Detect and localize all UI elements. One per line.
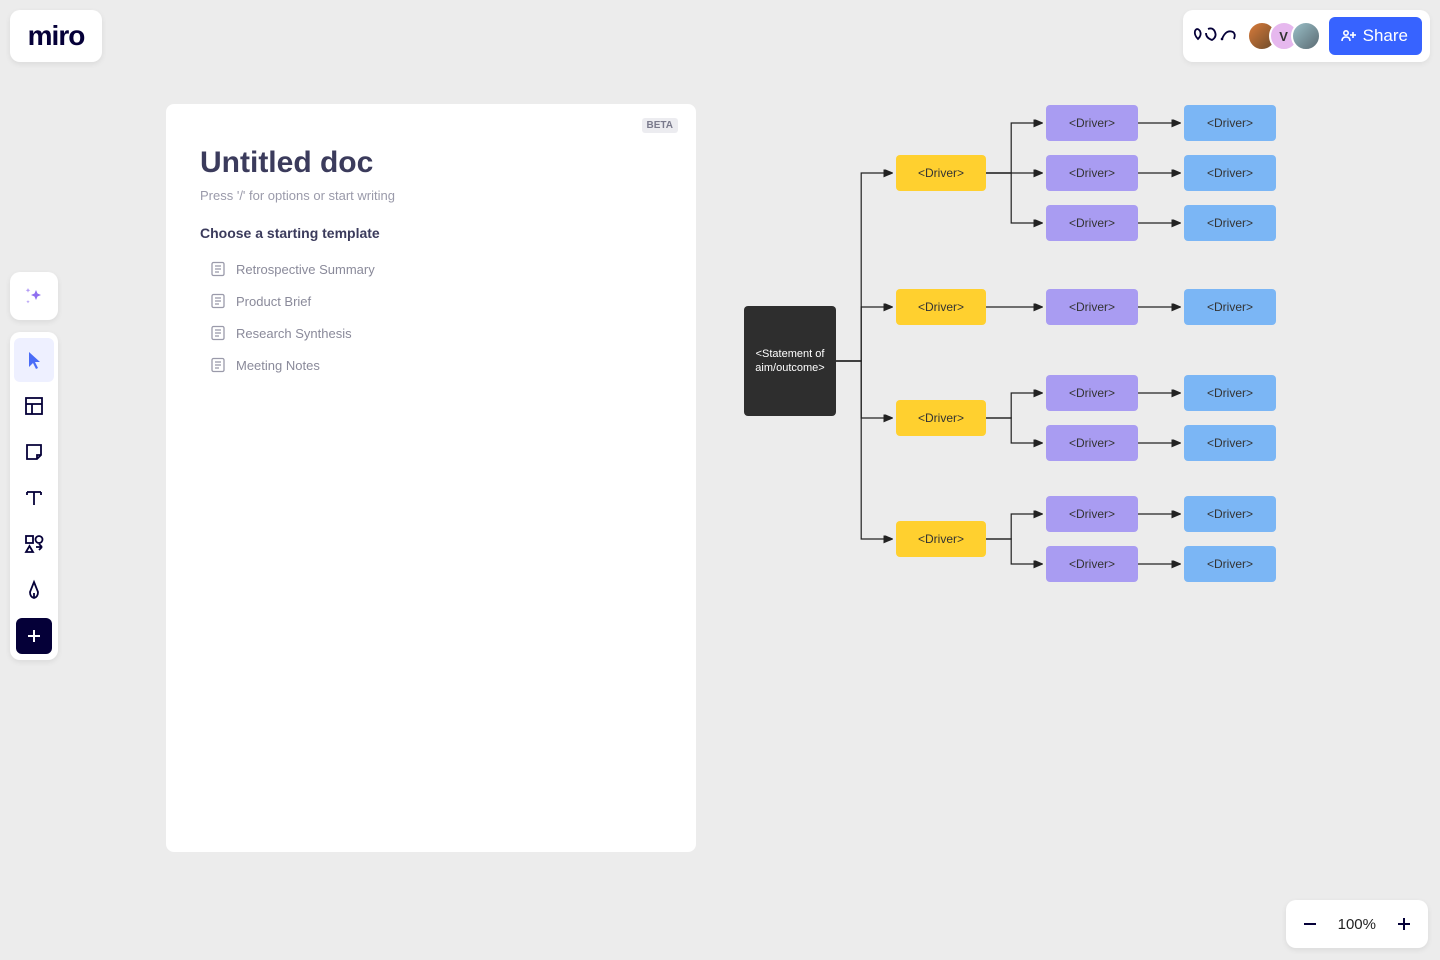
doc-icon — [210, 357, 226, 373]
diagram-driver-blue[interactable]: <Driver> — [1184, 289, 1276, 325]
zoom-controls: 100% — [1286, 900, 1428, 948]
shapes-tool[interactable] — [14, 522, 54, 566]
doc-template-heading: Choose a starting template — [200, 225, 662, 241]
diagram-driver-purple[interactable]: <Driver> — [1046, 205, 1138, 241]
doc-icon — [210, 261, 226, 277]
doc-icon — [210, 293, 226, 309]
template-label: Retrospective Summary — [236, 262, 375, 277]
diagram-driver-yellow[interactable]: <Driver> — [896, 155, 986, 191]
template-item[interactable]: Research Synthesis — [200, 317, 662, 349]
sticky-icon — [23, 441, 45, 463]
left-toolbar — [10, 332, 58, 660]
share-button[interactable]: Share — [1329, 17, 1422, 55]
zoom-in-button[interactable] — [1390, 910, 1418, 938]
avatar[interactable] — [1291, 21, 1321, 51]
logo-text: miro — [28, 20, 85, 52]
diagram-driver-blue[interactable]: <Driver> — [1184, 155, 1276, 191]
text-tool[interactable] — [14, 476, 54, 520]
select-tool[interactable] — [14, 338, 54, 382]
template-label: Research Synthesis — [236, 326, 352, 341]
reactions-icon — [1192, 25, 1238, 47]
plus-icon — [1395, 915, 1413, 933]
zoom-out-button[interactable] — [1296, 910, 1324, 938]
template-item[interactable]: Meeting Notes — [200, 349, 662, 381]
frame-icon — [23, 395, 45, 417]
diagram-driver-purple[interactable]: <Driver> — [1046, 425, 1138, 461]
minus-icon — [1301, 915, 1319, 933]
diagram-driver-yellow[interactable]: <Driver> — [896, 521, 986, 557]
ai-tool-button[interactable] — [10, 272, 58, 320]
template-label: Product Brief — [236, 294, 311, 309]
diagram-driver-blue[interactable]: <Driver> — [1184, 375, 1276, 411]
diagram-driver-purple[interactable]: <Driver> — [1046, 496, 1138, 532]
doc-title[interactable]: Untitled doc — [200, 146, 662, 180]
beta-badge: BETA — [642, 118, 678, 133]
collab-bar: V Share — [1183, 10, 1430, 62]
diagram-driver-blue[interactable]: <Driver> — [1184, 546, 1276, 582]
presence-avatars[interactable]: V — [1247, 21, 1321, 51]
diagram-driver-blue[interactable]: <Driver> — [1184, 496, 1276, 532]
doc-hint: Press '/' for options or start writing — [200, 188, 662, 203]
diagram-driver-blue[interactable]: <Driver> — [1184, 105, 1276, 141]
doc-icon — [210, 325, 226, 341]
cursor-icon — [24, 349, 44, 371]
sparkle-icon — [22, 284, 46, 308]
share-label: Share — [1363, 26, 1408, 46]
diagram-driver-purple[interactable]: <Driver> — [1046, 289, 1138, 325]
template-label: Meeting Notes — [236, 358, 320, 373]
more-tools-button[interactable] — [16, 618, 52, 654]
diagram-driver-blue[interactable]: <Driver> — [1184, 425, 1276, 461]
diagram-driver-yellow[interactable]: <Driver> — [896, 289, 986, 325]
plus-icon — [25, 627, 43, 645]
diagram-driver-blue[interactable]: <Driver> — [1184, 205, 1276, 241]
pen-icon — [23, 579, 45, 601]
doc-panel[interactable]: BETA Untitled doc Press '/' for options … — [166, 104, 696, 852]
diagram-driver-purple[interactable]: <Driver> — [1046, 155, 1138, 191]
template-list: Retrospective Summary Product Brief Rese… — [200, 253, 662, 381]
diagram-driver-yellow[interactable]: <Driver> — [896, 400, 986, 436]
sticky-note-tool[interactable] — [14, 430, 54, 474]
diagram-driver-purple[interactable]: <Driver> — [1046, 375, 1138, 411]
diagram-root-node[interactable]: <Statement of aim/outcome> — [744, 306, 836, 416]
shapes-icon — [23, 533, 45, 555]
template-item[interactable]: Product Brief — [200, 285, 662, 317]
diagram-driver-purple[interactable]: <Driver> — [1046, 105, 1138, 141]
logo[interactable]: miro — [10, 10, 102, 62]
diagram-driver-purple[interactable]: <Driver> — [1046, 546, 1138, 582]
reactions-button[interactable] — [1191, 18, 1239, 54]
share-icon — [1339, 27, 1357, 45]
templates-tool[interactable] — [14, 384, 54, 428]
zoom-level[interactable]: 100% — [1338, 916, 1376, 933]
pen-tool[interactable] — [14, 568, 54, 612]
text-icon — [23, 487, 45, 509]
template-item[interactable]: Retrospective Summary — [200, 253, 662, 285]
